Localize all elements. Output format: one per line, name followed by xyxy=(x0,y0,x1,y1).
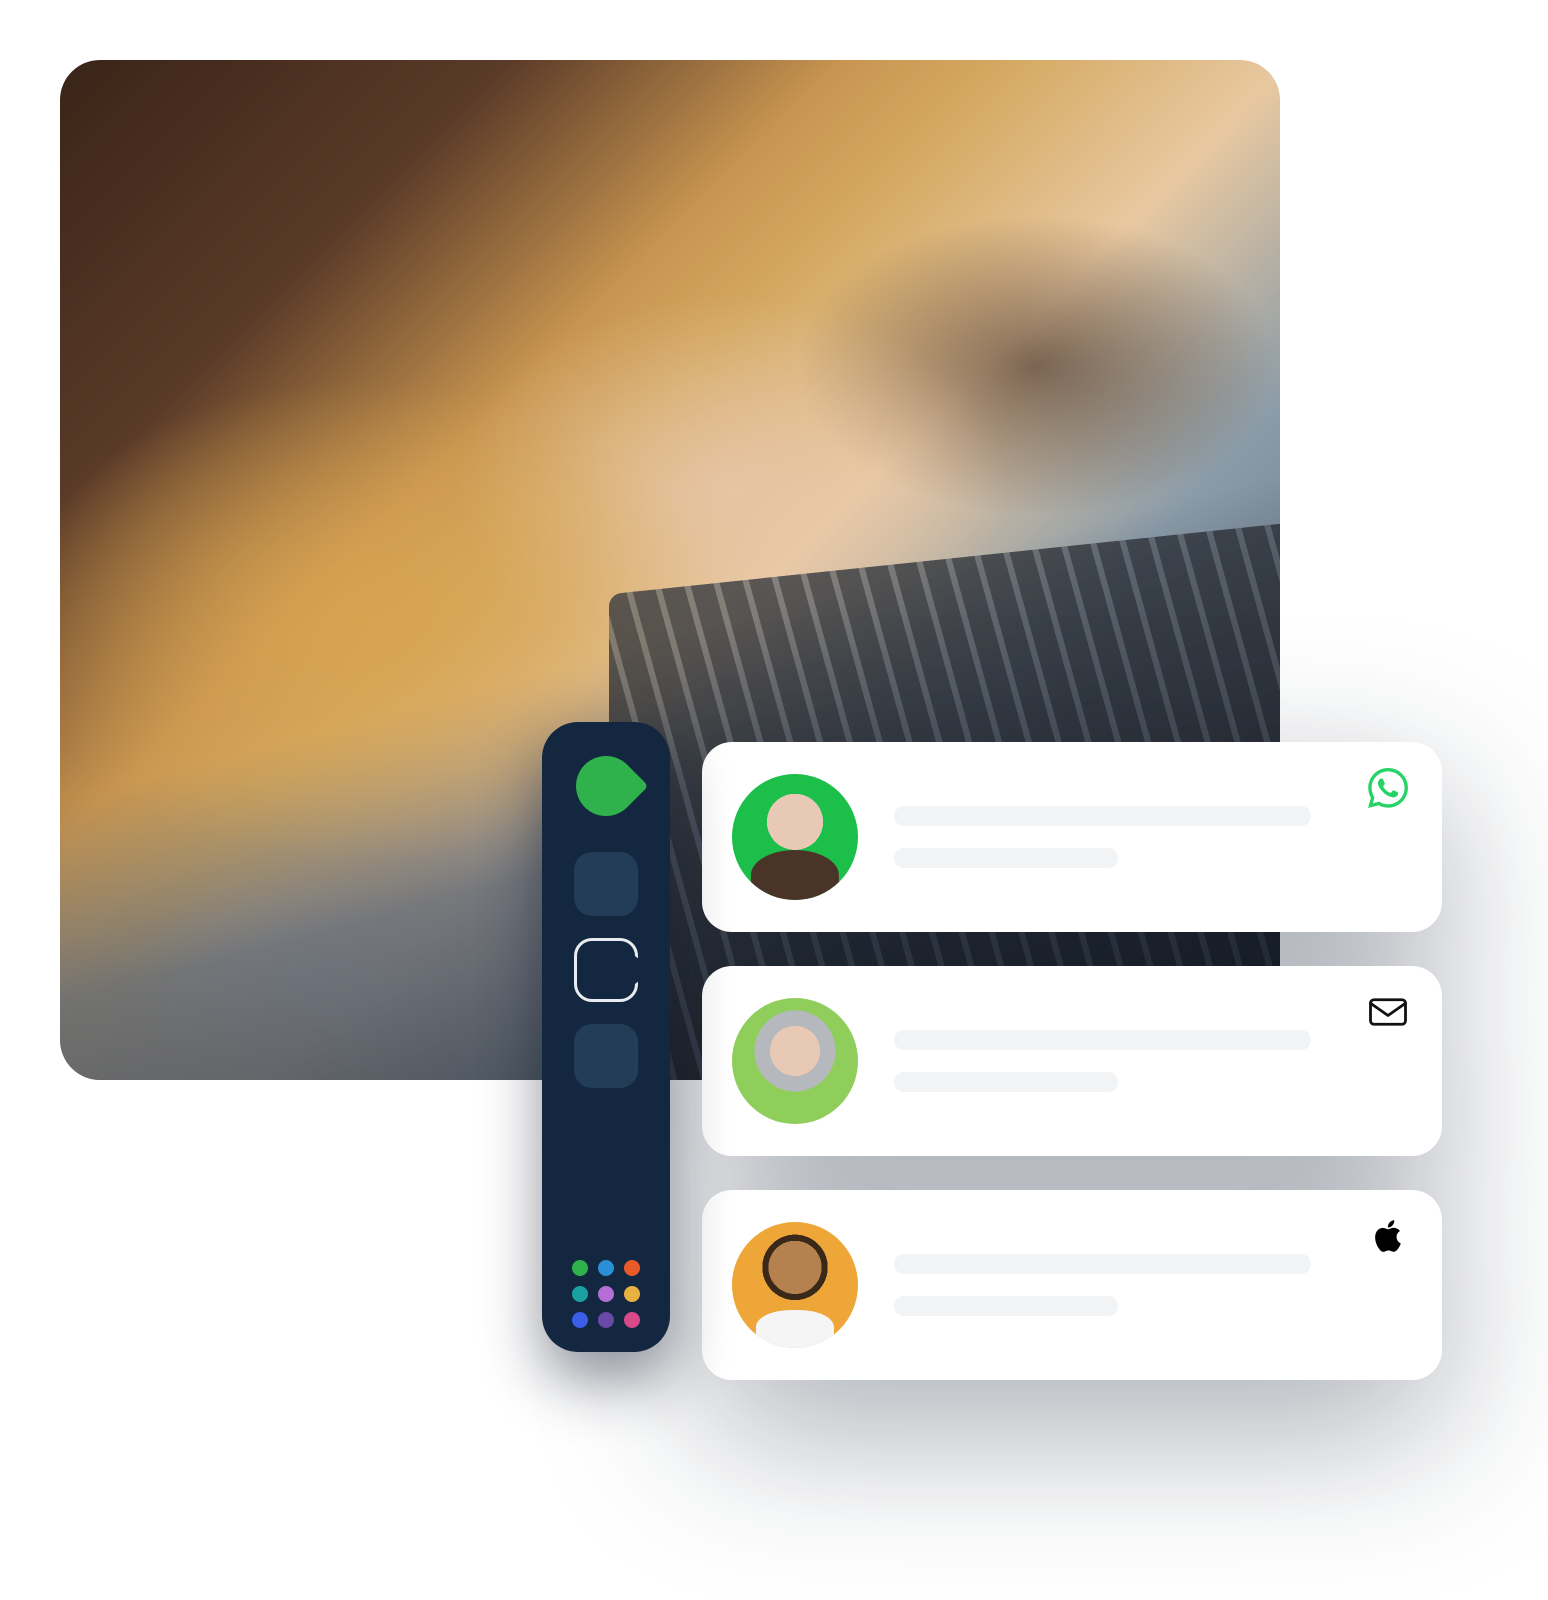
active-pointer-icon xyxy=(635,956,653,984)
message-preview xyxy=(894,1254,1402,1316)
preview-line xyxy=(894,1254,1311,1274)
palette-dot[interactable] xyxy=(598,1286,614,1302)
avatar xyxy=(732,774,858,900)
preview-line xyxy=(894,1030,1311,1050)
conversation-card[interactable] xyxy=(702,1190,1442,1380)
apple-icon xyxy=(1366,1214,1410,1258)
preview-line xyxy=(894,1296,1118,1316)
preview-line xyxy=(894,848,1118,868)
email-icon xyxy=(1366,990,1410,1034)
sidebar-nav-item-3[interactable] xyxy=(574,1024,638,1088)
color-palette[interactable] xyxy=(572,1260,640,1328)
palette-dot[interactable] xyxy=(572,1286,588,1302)
leaf-icon xyxy=(564,744,649,829)
message-preview xyxy=(894,806,1402,868)
avatar xyxy=(732,998,858,1124)
brand-logo[interactable] xyxy=(570,750,642,822)
sidebar-nav-item-1[interactable] xyxy=(574,852,638,916)
conversation-list xyxy=(702,742,1442,1414)
palette-dot[interactable] xyxy=(598,1312,614,1328)
palette-dot[interactable] xyxy=(572,1312,588,1328)
palette-dot[interactable] xyxy=(624,1260,640,1276)
palette-dot[interactable] xyxy=(572,1260,588,1276)
message-preview xyxy=(894,1030,1402,1092)
conversation-card[interactable] xyxy=(702,966,1442,1156)
avatar xyxy=(732,1222,858,1348)
palette-dot[interactable] xyxy=(598,1260,614,1276)
palette-dot[interactable] xyxy=(624,1312,640,1328)
whatsapp-icon xyxy=(1366,766,1410,810)
preview-line xyxy=(894,1072,1118,1092)
preview-line xyxy=(894,806,1311,826)
channel-sidebar xyxy=(542,722,670,1352)
sidebar-nav-item-active[interactable] xyxy=(574,938,638,1002)
palette-dot[interactable] xyxy=(624,1286,640,1302)
conversation-card[interactable] xyxy=(702,742,1442,932)
